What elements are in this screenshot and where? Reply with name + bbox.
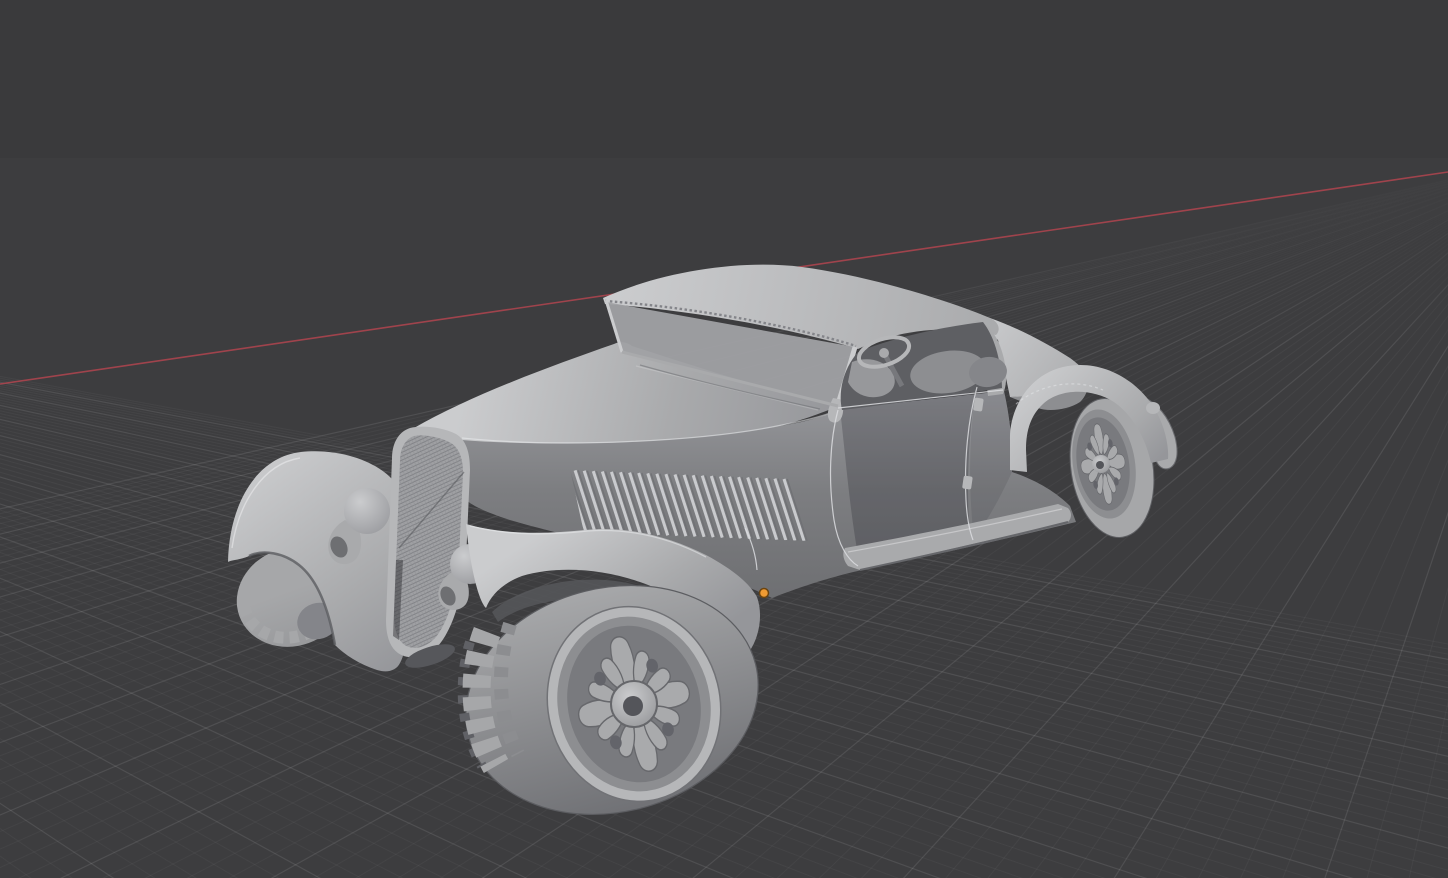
front-hub-center xyxy=(623,696,643,716)
viewport-canvas[interactable] xyxy=(0,0,1448,878)
taillight xyxy=(1146,402,1160,414)
object-origin-marker xyxy=(758,587,770,599)
rear-hub-center xyxy=(1096,461,1104,469)
left-headlight-pod xyxy=(344,488,390,534)
hinge-lower xyxy=(962,475,973,490)
hinge-upper xyxy=(973,397,984,412)
steering-hub xyxy=(879,348,889,358)
horizon-fade xyxy=(0,158,1448,348)
3d-viewport[interactable] xyxy=(0,0,1448,878)
